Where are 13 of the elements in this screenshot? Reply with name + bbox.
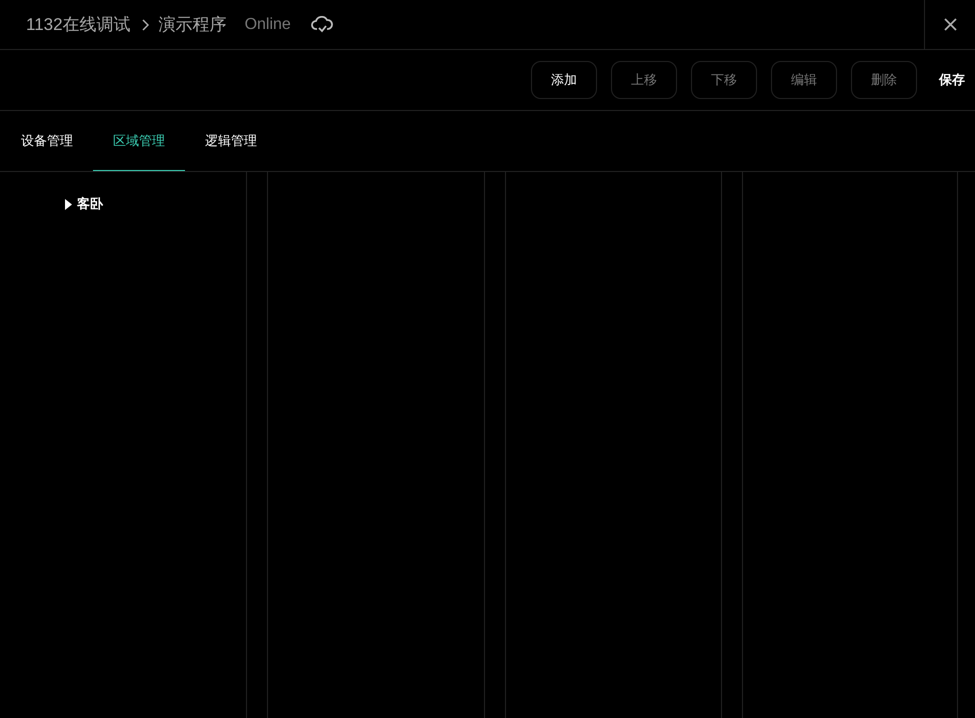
tab[interactable]: 区域管理 <box>93 111 185 171</box>
close-icon[interactable] <box>944 18 956 31</box>
tab[interactable]: 逻辑管理 <box>185 111 277 171</box>
save-button[interactable]: 保存 <box>939 70 965 90</box>
breadcrumb-item: 演示程序 <box>158 14 227 36</box>
chevron-right-icon <box>140 18 149 30</box>
tree-item[interactable]: 客卧 <box>77 194 103 214</box>
breadcrumb-item[interactable]: 1132在线调试 <box>26 12 131 38</box>
caret-right-icon[interactable] <box>64 198 73 210</box>
cloud-check-icon[interactable] <box>310 16 333 34</box>
toolbar-button[interactable]: 添加 <box>531 61 597 99</box>
connection-status: Online <box>244 14 291 34</box>
tab[interactable]: 设备管理 <box>1 111 93 171</box>
